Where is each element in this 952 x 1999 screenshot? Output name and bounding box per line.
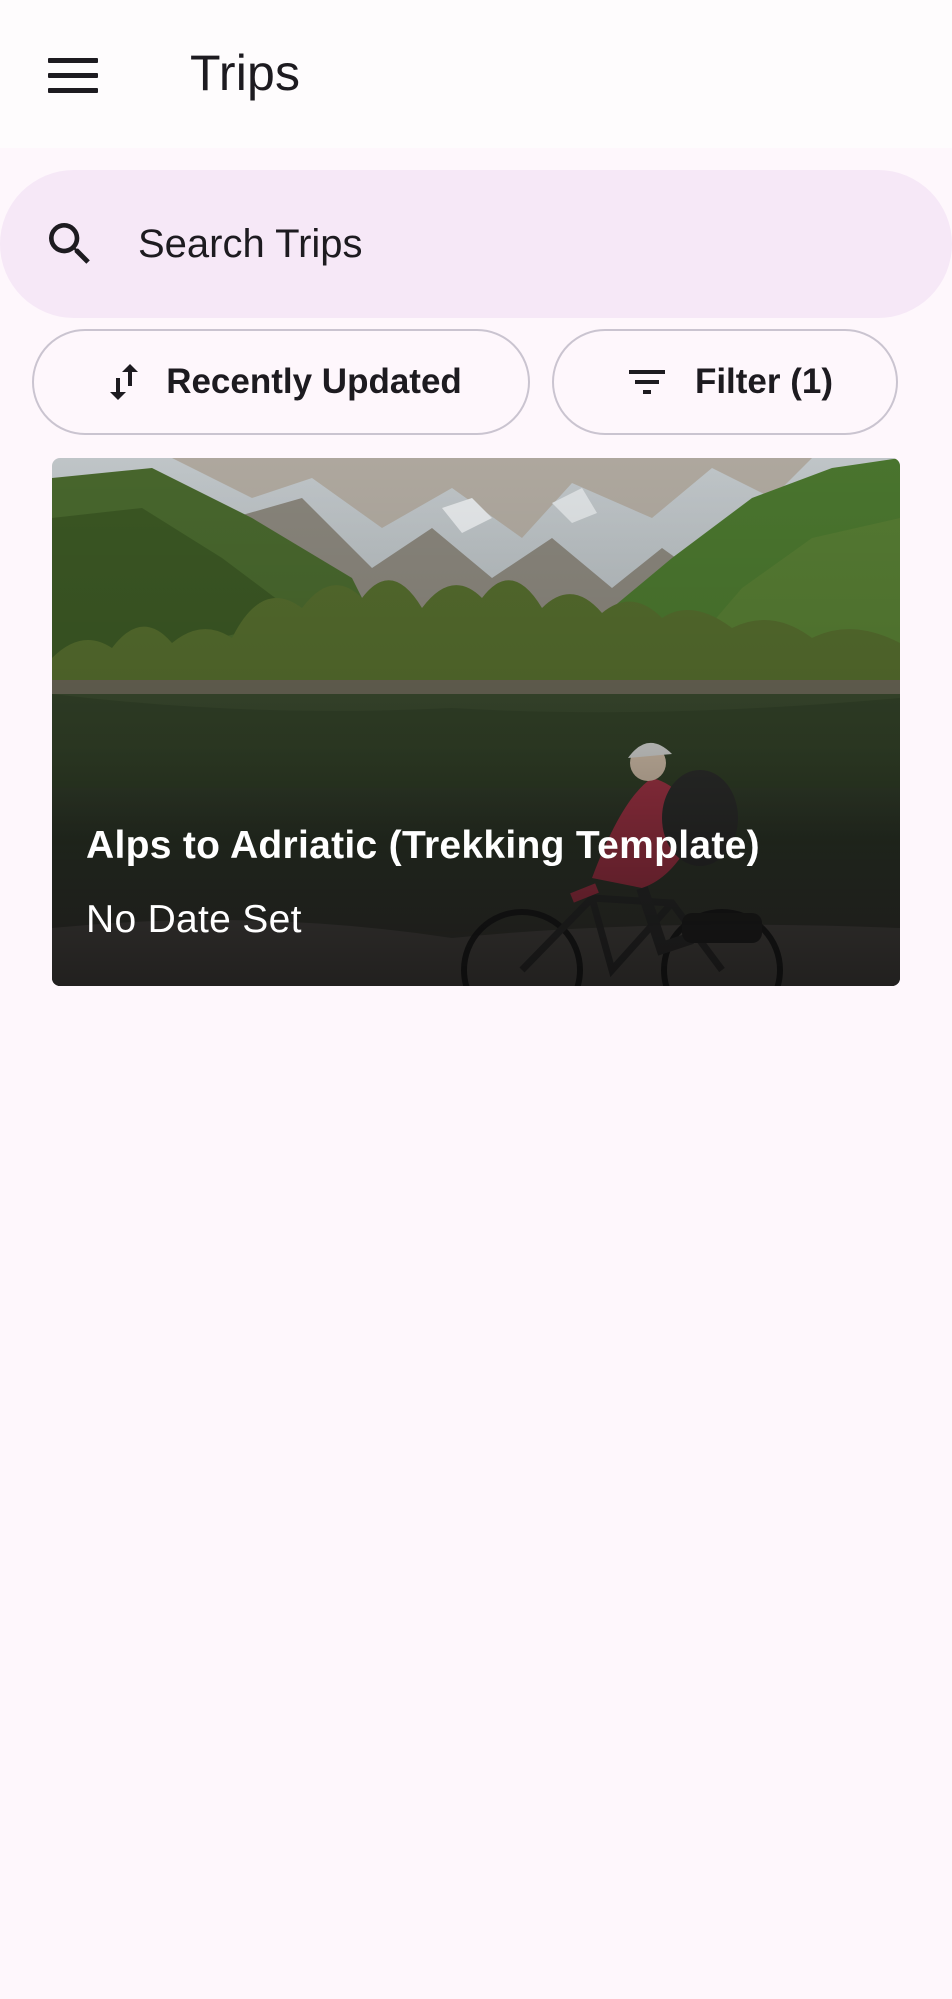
sort-chip[interactable]: Recently Updated	[32, 329, 530, 435]
search-bar[interactable]	[0, 170, 952, 318]
search-icon	[49, 223, 90, 264]
trip-card[interactable]: Alps to Adriatic (Trekking Template) No …	[52, 458, 900, 986]
top-app-bar: Trips	[0, 0, 952, 148]
trip-card-title: Alps to Adriatic (Trekking Template)	[86, 824, 760, 867]
sort-arrows-icon	[110, 364, 139, 400]
menu-button[interactable]	[30, 36, 118, 116]
sort-chip-label: Recently Updated	[166, 362, 462, 401]
trip-card-date: No Date Set	[86, 898, 302, 941]
page-title: Trips	[190, 45, 301, 101]
search-input[interactable]	[138, 206, 898, 282]
hamburger-menu-icon	[48, 58, 98, 93]
filter-lines-icon	[628, 370, 665, 394]
filter-chip[interactable]: Filter (1)	[552, 329, 898, 435]
filter-chip-label: Filter (1)	[694, 362, 834, 401]
